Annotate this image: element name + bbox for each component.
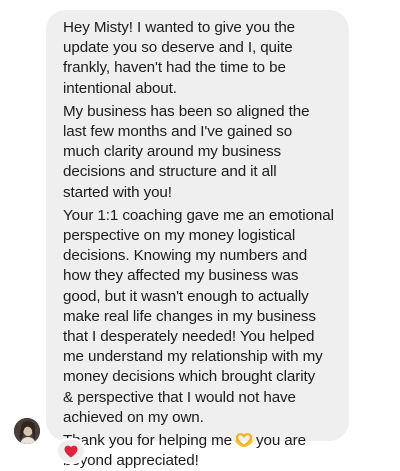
message-closing: Thank you for helping me you are beyond … — [63, 431, 337, 471]
heart-icon — [64, 445, 78, 458]
message-paragraph: Hey Misty! I wanted to give you the upda… — [63, 19, 296, 97]
message-paragraph: Your 1:1 coaching gave me an emotional p… — [63, 206, 334, 426]
sender-avatar[interactable] — [14, 418, 40, 444]
closing-text-start: Thank you for helping me — [63, 432, 232, 450]
heart-reaction-badge[interactable] — [56, 438, 86, 464]
message-paragraph: My business has been so aligned the last… — [63, 102, 310, 201]
heart-hands-emoji-icon — [234, 432, 254, 448]
message-bubble[interactable]: Hey Misty! I wanted to give you the upda… — [46, 10, 349, 469]
